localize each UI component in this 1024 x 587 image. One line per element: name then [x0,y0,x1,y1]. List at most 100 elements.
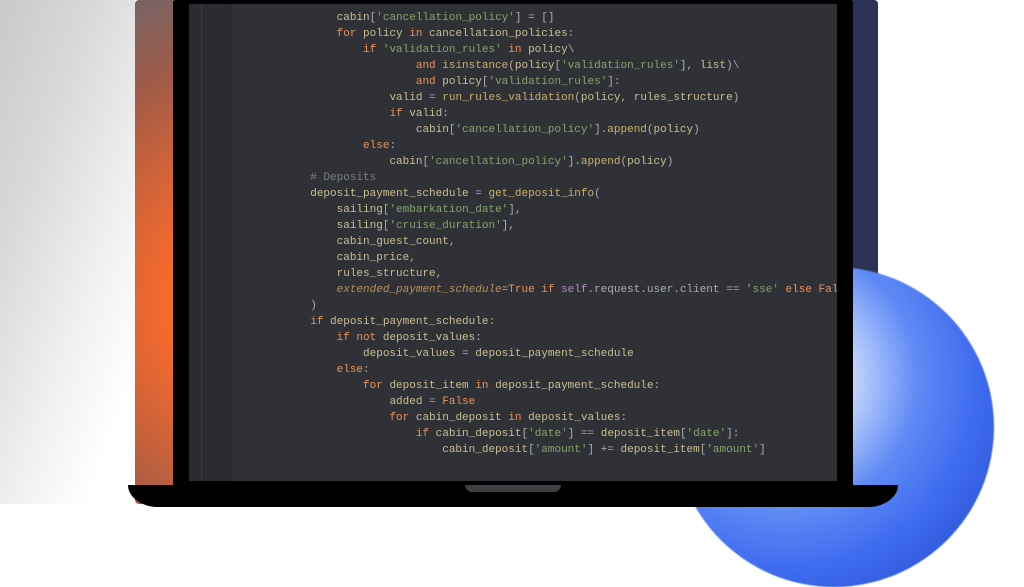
code-line[interactable]: for deposit_item in deposit_payment_sche… [231,378,837,394]
code-line[interactable]: valid = run_rules_validation(policy, rul… [231,90,837,106]
code-token: 'cruise_duration' [389,220,501,232]
bg-noise-left [0,0,135,504]
code-token: : [568,28,575,40]
code-token: policy [363,28,403,40]
code-token: deposit_values [528,412,620,424]
code-token: ] [759,444,766,456]
code-line[interactable]: cabin['cancellation_policy'].append(poli… [231,154,837,170]
code-line[interactable]: rules_structure, [231,266,837,282]
code-line[interactable]: else: [231,362,837,378]
code-token: policy [581,92,621,104]
code-token: ] = [] [515,12,555,24]
code-token: policy [515,60,555,72]
code-line[interactable]: deposit_values = deposit_payment_schedul… [231,346,837,362]
code-token: cabin_deposit [416,412,502,424]
code-token: cabin [416,124,449,136]
code-token: deposit_item [621,444,700,456]
code-token: deposit_values [363,348,455,360]
code-token: )\ [726,60,739,72]
code-token: : [442,108,449,120]
code-token: rules_structure [634,92,733,104]
code-token: sailing [337,204,383,216]
code-line[interactable]: and isinstance(policy['validation_rules'… [231,58,837,74]
code-token: cabin [389,156,422,168]
code-token: for [337,28,363,40]
code-token: added [389,396,422,408]
code-token: : [621,412,628,424]
code-token: extended_payment_schedule [337,284,502,296]
code-token: if [416,428,436,440]
code-token: ] += [587,444,620,456]
code-token: 'validation_rules' [383,44,502,56]
code-line[interactable]: if deposit_payment_schedule: [231,314,837,330]
code-token: and [416,76,442,88]
code-token: in [502,44,528,56]
code-token: valid [409,108,442,120]
code-token: [ [680,428,687,440]
code-line[interactable]: if 'validation_rules' in policy\ [231,42,837,58]
code-token: ] == [568,428,601,440]
code-token: deposit_payment_schedule [475,348,633,360]
code-token: policy [627,156,667,168]
code-line[interactable]: else: [231,138,837,154]
code-area[interactable]: cabin['cancellation_policy'] = [] for po… [231,10,837,481]
code-token: : [363,364,370,376]
code-token: cabin_deposit [442,444,528,456]
code-token: for [363,380,389,392]
code-token: : [488,316,495,328]
code-token: deposit_payment_schedule [310,188,468,200]
code-token: and [416,60,442,72]
code-token: = [422,92,442,104]
code-token: in [403,28,429,40]
code-token: policy [442,76,482,88]
code-line[interactable]: for cabin_deposit in deposit_values: [231,410,837,426]
code-line[interactable]: if valid: [231,106,837,122]
laptop-screen: cabin['cancellation_policy'] = [] for po… [173,0,853,485]
code-token: ( [574,92,581,104]
code-token: cancellation_policies [429,28,568,40]
code-token: ( [508,60,515,72]
code-token: : [389,140,396,152]
code-line[interactable]: extended_payment_schedule=True if self.r… [231,282,837,298]
code-token: policy [528,44,568,56]
code-line[interactable]: for policy in cancellation_policies: [231,26,837,42]
code-line[interactable]: sailing['embarkation_date'], [231,202,837,218]
code-line[interactable]: cabin_guest_count, [231,234,837,250]
code-token: ]. [594,124,607,136]
code-token: append [581,156,621,168]
code-line[interactable]: deposit_payment_schedule = get_deposit_i… [231,186,837,202]
code-line[interactable]: cabin['cancellation_policy'] = [] [231,10,837,26]
code-token: deposit_item [389,380,468,392]
code-token: : [475,332,482,344]
code-token: 'cancellation_policy' [429,156,568,168]
code-token: if [310,316,330,328]
code-token: self [561,284,587,296]
code-line[interactable]: added = False [231,394,837,410]
code-token: else [363,140,389,152]
code-token: 'validation_rules' [561,60,680,72]
code-line[interactable]: if not deposit_values: [231,330,837,346]
code-token: ], [680,60,700,72]
code-line[interactable]: cabin_price, [231,250,837,266]
code-token: cabin_deposit [436,428,522,440]
laptop-base [128,485,898,507]
code-line[interactable]: ) [231,298,837,314]
code-token: False [819,284,837,296]
code-token: = [469,188,489,200]
code-line[interactable]: # Deposits [231,170,837,186]
code-token: ]. [568,156,581,168]
code-token: 'embarkation_date' [389,204,508,216]
code-token: ]: [607,76,620,88]
code-line[interactable]: and policy['validation_rules']: [231,74,837,90]
code-token: if [389,108,409,120]
code-token: deposit_payment_schedule [495,380,653,392]
code-line[interactable]: sailing['cruise_duration'], [231,218,837,234]
code-token: ]: [726,428,739,440]
code-token: else [779,284,819,296]
code-line[interactable]: cabin_deposit['amount'] += deposit_item[… [231,442,837,458]
code-editor[interactable]: cabin['cancellation_policy'] = [] for po… [189,4,837,481]
code-token: cabin_guest_count [337,236,449,248]
code-token: ], [508,204,521,216]
code-line[interactable]: cabin['cancellation_policy'].append(poli… [231,122,837,138]
code-line[interactable]: if cabin_deposit['date'] == deposit_item… [231,426,837,442]
